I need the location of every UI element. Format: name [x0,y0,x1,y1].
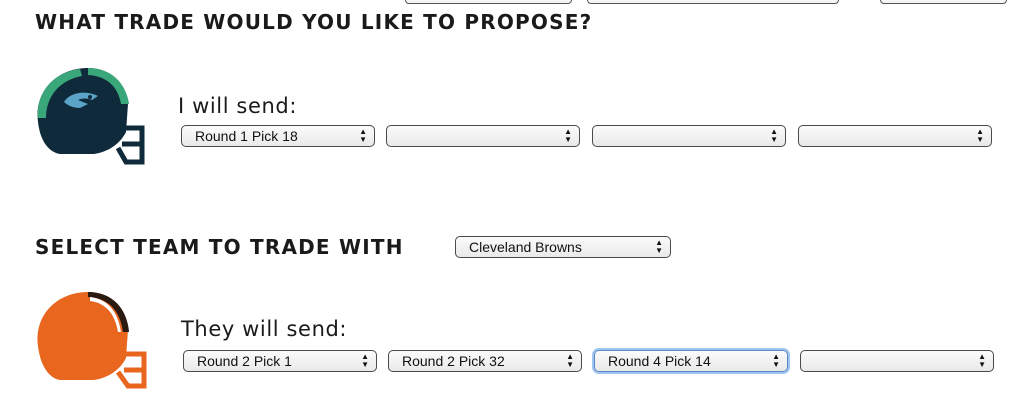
propose-title: WHAT TRADE WOULD YOU LIKE TO PROPOSE? [35,10,593,34]
updown-arrows-icon: ▲ ▼ [772,352,780,369]
updown-arrows-icon: ▲ ▼ [359,127,367,144]
updown-arrows-icon: ▲ ▼ [564,127,572,144]
receive-pick-select-4[interactable]: ▲ ▼ [800,350,994,372]
send-pick-select-1[interactable]: Round 1 Pick 18 ▲ ▼ [181,125,375,147]
receive-pick-select-2[interactable]: Round 2 Pick 32 ▲ ▼ [388,350,582,372]
receive-pick-select-3[interactable]: Round 4 Pick 14 ▲ ▼ [594,350,788,372]
send-pick-select-2[interactable]: ▲ ▼ [386,125,580,147]
updown-arrows-icon: ▲ ▼ [978,352,986,369]
receive-pick-value-3: Round 4 Pick 14 [608,353,711,369]
trade-proposal-page: WHAT TRADE WOULD YOU LIKE TO PROPOSE? I … [0,0,1017,400]
updown-arrows-icon: ▲ ▼ [976,127,984,144]
select-team-title: SELECT TEAM TO TRADE WITH [35,235,404,259]
cleveland-helmet-icon [37,292,147,389]
updown-arrows-icon: ▲ ▼ [770,127,778,144]
receive-pick-select-1[interactable]: Round 2 Pick 1 ▲ ▼ [183,350,377,372]
send-pick-select-3[interactable]: ▲ ▼ [592,125,786,147]
top-cutoff-control[interactable] [880,0,1007,4]
top-cutoff-control[interactable] [587,0,839,4]
receive-label: They will send: [181,317,348,341]
receive-pick-value-1: Round 2 Pick 1 [197,353,292,369]
send-pick-value-1: Round 1 Pick 18 [195,128,298,144]
seattle-helmet-icon [37,68,145,165]
updown-arrows-icon: ▲ ▼ [361,352,369,369]
send-pick-select-4[interactable]: ▲ ▼ [798,125,992,147]
trade-team-select[interactable]: Cleveland Browns ▲ ▼ [455,236,671,258]
receive-pick-value-2: Round 2 Pick 32 [402,353,505,369]
top-cutoff-control[interactable] [405,0,572,4]
trade-team-value: Cleveland Browns [469,239,582,255]
send-label: I will send: [178,94,297,118]
updown-arrows-icon: ▲ ▼ [655,238,663,255]
updown-arrows-icon: ▲ ▼ [566,352,574,369]
